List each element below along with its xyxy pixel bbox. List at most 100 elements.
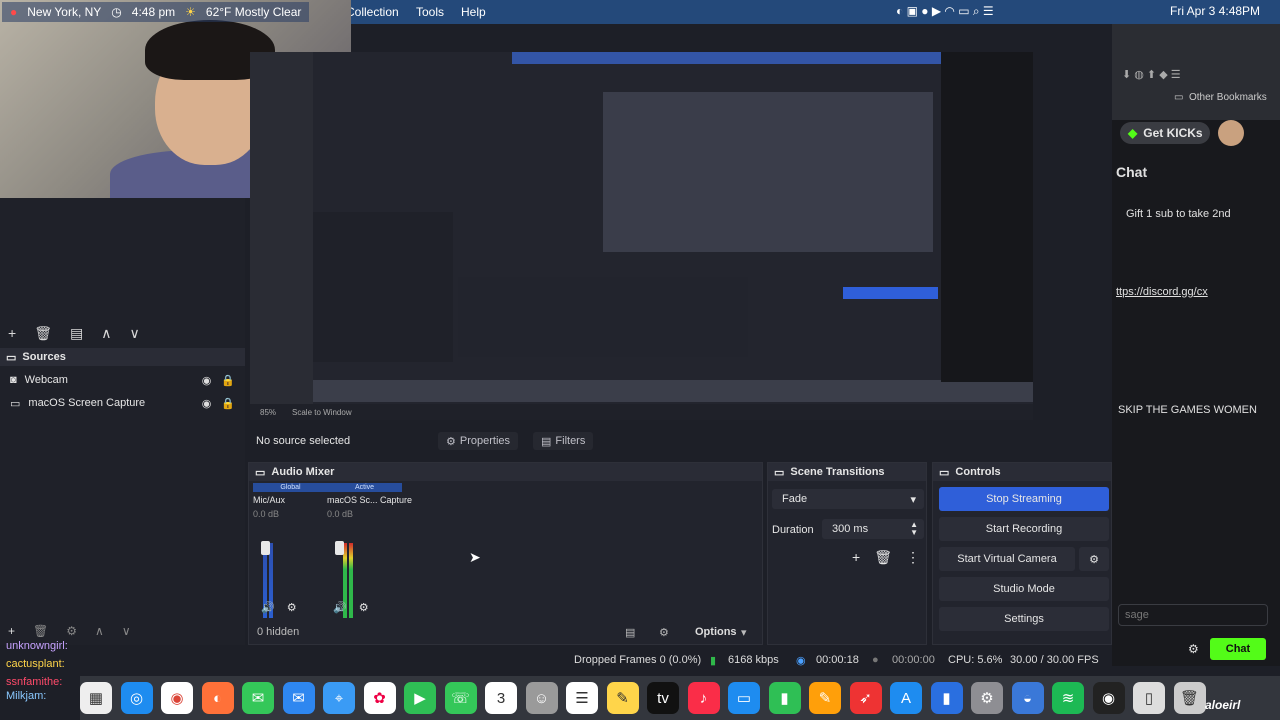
firefox-icon[interactable]: ◐ xyxy=(201,682,234,714)
source-settings-icon[interactable]: ⚙ xyxy=(66,624,77,638)
launchpad-icon[interactable]: ▦ xyxy=(80,682,112,714)
extension-icons[interactable]: ⬇ ◍ ⬆ ◆ ☰ xyxy=(1122,68,1181,81)
remove-source-icon[interactable]: 🗑 xyxy=(33,624,48,638)
add-icon[interactable]: + xyxy=(852,549,860,566)
settings-gear-icon[interactable]: ⚙ xyxy=(359,601,369,614)
zoom-level[interactable]: 85% xyxy=(260,408,276,417)
channel-name[interactable]: macOS Sc... Capture xyxy=(327,495,412,505)
menu-collection[interactable]: Collection xyxy=(346,5,399,19)
source-item-webcam[interactable]: ◙ Webcam ◉ 🔒 xyxy=(0,369,245,391)
hidden-count[interactable]: 0 hidden xyxy=(257,626,299,638)
source-up-icon[interactable]: ∧ xyxy=(95,624,104,638)
reminders-icon[interactable]: ☰ xyxy=(566,682,598,714)
app-icon[interactable]: ◒ xyxy=(1011,682,1044,714)
duration-spinbox[interactable]: 300 ms ▲ ▼ xyxy=(822,519,924,539)
lock-icon[interactable]: 🔒 xyxy=(221,374,235,387)
mail-icon[interactable]: ✉ xyxy=(282,682,315,714)
pages-icon[interactable]: ✎ xyxy=(809,682,841,714)
location-text: New York, NY xyxy=(27,5,102,19)
start-recording-button[interactable]: Start Recording xyxy=(939,517,1109,541)
settings-button[interactable]: Settings xyxy=(939,607,1109,631)
obs-preview[interactable] xyxy=(250,52,1033,404)
calendar-icon[interactable]: 3 xyxy=(485,682,517,714)
transition-value: Fade xyxy=(782,493,808,505)
layout-icon[interactable]: ▤ xyxy=(70,325,83,342)
more-vertical-icon[interactable]: ⋮ xyxy=(906,549,920,566)
stream-icon: ◉ xyxy=(796,655,806,667)
add-icon[interactable]: + xyxy=(8,325,16,341)
status-icons[interactable]: ◐ ▣ ● ▶ ◠ ▭ ⌕ ☰ xyxy=(896,4,994,19)
trash-icon[interactable]: 🗑 xyxy=(34,325,52,342)
channel-controls: 🔊 ⚙ xyxy=(261,601,297,614)
obs-icon[interactable]: ◉ xyxy=(1092,682,1125,714)
tv-icon[interactable]: tv xyxy=(647,682,679,714)
menu-tools[interactable]: Tools xyxy=(416,5,444,19)
trash-icon[interactable]: 🗑 xyxy=(874,549,892,566)
file-icon[interactable]: ▯ xyxy=(1133,682,1165,714)
settings-gear-icon[interactable]: ⚙ xyxy=(1188,642,1199,656)
layout-toggle-icon[interactable]: ▤ xyxy=(625,626,635,639)
contacts-icon[interactable]: ☺ xyxy=(525,682,558,714)
kick-icon: ◆ xyxy=(1128,126,1138,140)
speaker-icon[interactable]: 🔊 xyxy=(333,601,347,614)
phone-icon[interactable]: ☏ xyxy=(444,682,477,714)
scale-mode[interactable]: Scale to Window xyxy=(292,408,352,417)
advanced-audio-icon[interactable]: ⚙ xyxy=(659,626,669,639)
chat-input[interactable]: sage xyxy=(1118,604,1268,626)
add-source-icon[interactable]: + xyxy=(8,624,15,638)
visibility-icon[interactable]: ◉ xyxy=(202,374,212,387)
safari-icon[interactable]: ◎ xyxy=(120,682,153,714)
virtual-camera-gear-icon[interactable]: ⚙ xyxy=(1079,547,1109,571)
app-store-icon[interactable]: A xyxy=(890,682,922,714)
speaker-icon[interactable]: 🔊 xyxy=(261,601,275,614)
options-button[interactable]: Options xyxy=(695,626,737,638)
gift-sub-text[interactable]: Gift 1 sub to take 2nd xyxy=(1126,208,1231,220)
source-item-screen-capture[interactable]: ▭ macOS Screen Capture ◉ 🔒 xyxy=(0,392,245,414)
chevron-down-icon[interactable]: ▾ xyxy=(741,626,747,639)
filters-button[interactable]: ▤ Filters xyxy=(533,432,594,450)
properties-button[interactable]: ⚙ Properties xyxy=(438,432,519,450)
transition-select[interactable]: Fade ▾ xyxy=(772,489,924,509)
notes-icon[interactable]: ✎ xyxy=(606,682,639,714)
nested-stop-streaming xyxy=(843,287,938,299)
lock-icon[interactable]: 🔒 xyxy=(221,397,235,410)
messages-icon[interactable]: ✉ xyxy=(242,682,274,714)
rocket-icon[interactable]: ➶ xyxy=(849,682,882,714)
trash-icon[interactable]: 🗑 xyxy=(1173,682,1206,714)
chrome-icon[interactable]: ◉ xyxy=(161,682,193,714)
source-label: macOS Screen Capture xyxy=(28,397,146,409)
chat-user: cactusplant: xyxy=(6,658,65,670)
chat-send-button[interactable]: Chat xyxy=(1210,638,1266,660)
music-icon[interactable]: ♪ xyxy=(687,682,720,714)
facetime-icon[interactable]: ▶ xyxy=(404,682,436,714)
other-bookmarks[interactable]: Other Bookmarks xyxy=(1189,92,1267,103)
avatar[interactable] xyxy=(1218,120,1244,146)
spin-arrows-icon[interactable]: ▲ ▼ xyxy=(910,521,918,537)
app-icon[interactable]: ▮ xyxy=(930,682,963,714)
location-pin-icon: ● xyxy=(10,5,18,19)
dropped-frames: Dropped Frames 0 (0.0%) xyxy=(574,654,702,666)
volume-fader[interactable] xyxy=(335,541,344,555)
numbers-icon[interactable]: ▮ xyxy=(768,682,801,714)
channel-name[interactable]: Mic/Aux xyxy=(253,495,328,505)
system-settings-icon[interactable]: ⚙ xyxy=(971,682,1003,714)
get-kicks-button[interactable]: ◆ Get KICKs xyxy=(1120,122,1210,144)
visibility-icon[interactable]: ◉ xyxy=(202,397,212,410)
menu-help[interactable]: Help xyxy=(461,5,486,19)
start-virtual-camera-button[interactable]: Start Virtual Camera xyxy=(939,547,1075,571)
move-up-icon[interactable]: ∧ xyxy=(101,325,111,342)
stop-streaming-button[interactable]: Stop Streaming xyxy=(939,487,1109,511)
spotify-icon[interactable]: ≋ xyxy=(1052,682,1084,714)
photos-icon[interactable]: ✿ xyxy=(363,682,396,714)
menubar-clock[interactable]: Fri Apr 3 4:48PM xyxy=(1170,4,1260,18)
discord-link[interactable]: ttps://discord.gg/cx xyxy=(1116,286,1208,298)
keynote-icon[interactable]: ▭ xyxy=(728,682,760,714)
properties-label: Properties xyxy=(459,435,511,447)
volume-fader[interactable] xyxy=(261,541,270,555)
maps-icon[interactable]: ⌖ xyxy=(323,682,355,714)
settings-gear-icon[interactable]: ⚙ xyxy=(287,601,297,614)
move-down-icon[interactable]: ∨ xyxy=(129,325,139,342)
source-down-icon[interactable]: ∨ xyxy=(122,624,131,638)
studio-mode-button[interactable]: Studio Mode xyxy=(939,577,1109,601)
channel-tag: Active xyxy=(327,483,402,492)
